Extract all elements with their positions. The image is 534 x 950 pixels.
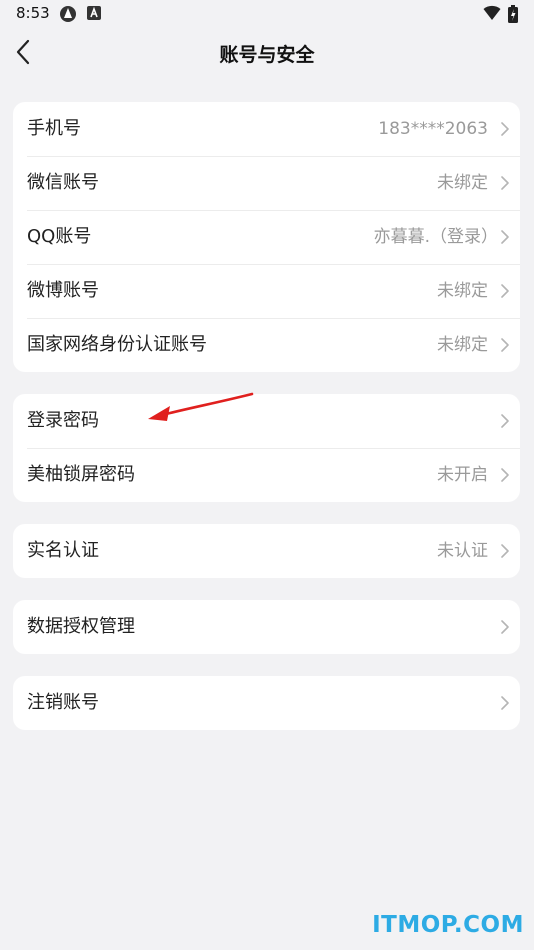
row-label: 手机号 bbox=[27, 118, 81, 139]
row-national-id-account[interactable]: 国家网络身份认证账号 未绑定 bbox=[13, 318, 520, 372]
password-card: 登录密码 美柚锁屏密码 未开启 bbox=[13, 394, 520, 502]
row-login-password[interactable]: 登录密码 bbox=[13, 394, 520, 448]
wifi-icon bbox=[483, 5, 501, 25]
chevron-right-icon bbox=[501, 284, 509, 298]
chevron-right-icon bbox=[501, 122, 509, 136]
data-authorization-card: 数据授权管理 bbox=[13, 600, 520, 654]
chevron-right-icon bbox=[501, 414, 509, 428]
status-time: 8:53 bbox=[16, 4, 50, 22]
chevron-right-icon bbox=[501, 468, 509, 482]
cancel-account-card: 注销账号 bbox=[13, 676, 520, 730]
row-label: 微信账号 bbox=[27, 172, 99, 193]
row-value: 未认证 bbox=[437, 541, 488, 561]
row-lock-screen-password[interactable]: 美柚锁屏密码 未开启 bbox=[13, 448, 520, 502]
vpn-icon bbox=[59, 5, 77, 27]
chevron-right-icon bbox=[501, 230, 509, 244]
page-title: 账号与安全 bbox=[219, 44, 315, 66]
watermark: ITMOP.COM bbox=[372, 912, 524, 938]
row-phone[interactable]: 手机号 183****2063 bbox=[13, 102, 520, 156]
row-data-authorization[interactable]: 数据授权管理 bbox=[13, 600, 520, 654]
real-name-card: 实名认证 未认证 bbox=[13, 524, 520, 578]
row-cancel-account[interactable]: 注销账号 bbox=[13, 676, 520, 730]
account-binding-card: 手机号 183****2063 微信账号 未绑定 QQ账号 亦暮暮.（登录） 微… bbox=[13, 102, 520, 372]
row-label: 国家网络身份认证账号 bbox=[27, 334, 207, 355]
chevron-right-icon bbox=[501, 620, 509, 634]
row-value: 亦暮暮.（登录） bbox=[373, 227, 498, 247]
row-value: 183****2063 bbox=[378, 119, 488, 139]
chevron-right-icon bbox=[501, 544, 509, 558]
row-value: 未开启 bbox=[437, 465, 488, 485]
accessibility-icon bbox=[86, 5, 102, 25]
row-real-name-verification[interactable]: 实名认证 未认证 bbox=[13, 524, 520, 578]
status-bar: 8:53 bbox=[0, 0, 534, 28]
row-label: 实名认证 bbox=[27, 540, 99, 561]
row-qq[interactable]: QQ账号 亦暮暮.（登录） bbox=[13, 210, 520, 264]
chevron-right-icon bbox=[501, 176, 509, 190]
row-label: 微博账号 bbox=[27, 280, 99, 301]
row-label: 数据授权管理 bbox=[27, 616, 135, 637]
row-wechat[interactable]: 微信账号 未绑定 bbox=[13, 156, 520, 210]
row-label: 美柚锁屏密码 bbox=[27, 464, 135, 485]
row-value: 未绑定 bbox=[437, 281, 488, 301]
row-label: 注销账号 bbox=[27, 692, 99, 713]
row-label: QQ账号 bbox=[27, 226, 92, 247]
battery-icon bbox=[507, 5, 519, 27]
chevron-right-icon bbox=[501, 338, 509, 352]
row-label: 登录密码 bbox=[27, 410, 99, 431]
row-value: 未绑定 bbox=[437, 173, 488, 193]
row-value: 未绑定 bbox=[437, 335, 488, 355]
row-weibo[interactable]: 微博账号 未绑定 bbox=[13, 264, 520, 318]
nav-bar: 账号与安全 bbox=[0, 28, 534, 76]
annotation-arrow-icon bbox=[148, 392, 254, 421]
chevron-right-icon bbox=[501, 696, 509, 710]
